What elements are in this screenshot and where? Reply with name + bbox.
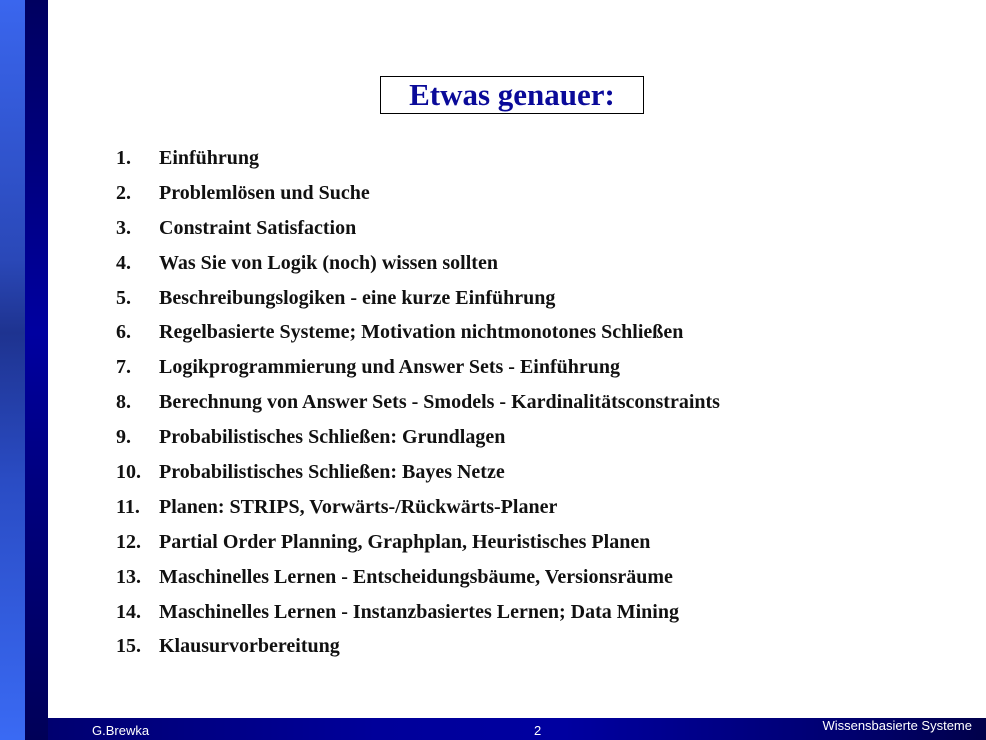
item-number: 14. [116, 600, 141, 623]
item-number: 6. [116, 321, 131, 344]
list-item: 3. Constraint Satisfaction [116, 213, 720, 248]
item-text: Klausurvorbereitung [159, 635, 340, 658]
item-text: Beschreibungslogiken - eine kurze Einfüh… [159, 286, 556, 309]
item-number: 5. [116, 286, 131, 309]
item-text: Was Sie von Logik (noch) wissen sollten [159, 251, 498, 274]
item-text: Einführung [159, 147, 260, 169]
item-number: 10. [116, 461, 141, 484]
list-item: 13. Maschinelles Lernen - Entscheidungsbä… [116, 562, 720, 597]
list-item: 1. Einführung [116, 143, 720, 178]
item-text: Problemlösen und Suche [159, 181, 370, 204]
footer-course-title: Wissensbasierte Systeme [822, 718, 972, 733]
item-number: 7. [116, 356, 131, 379]
item-text: Maschinelles Lernen - Instanzbasiertes L… [159, 600, 679, 623]
item-number: 13. [116, 565, 141, 588]
item-text: Partial Order Planning, Graphplan, Heuri… [159, 530, 651, 553]
item-text: Maschinelles Lernen - Entscheidungsbäume… [159, 565, 673, 588]
item-number: 2. [116, 181, 131, 204]
item-number: 3. [116, 216, 131, 239]
left-accent-bar-dark [25, 0, 48, 740]
list-item: 4. Was Sie von Logik (noch) wissen sollte… [116, 248, 720, 283]
topic-list: 1. Einführung 2. Problemlösen und Suche 3.… [116, 143, 720, 666]
list-item: 10. Probabilistisches Schließen: Bayes Ne… [116, 457, 720, 492]
list-item: 14. Maschinelles Lernen - Instanzbasierte… [116, 597, 720, 632]
list-item: 9. Probabilistisches Schließen: Grundlage… [116, 422, 720, 457]
item-number: 4. [116, 251, 131, 274]
item-text: Planen: STRIPS, Vorwärts-/Rückwärts-Plan… [159, 495, 558, 518]
item-text: Probabilistisches Schließen: Grundlagen [159, 426, 506, 449]
list-item: 6. Regelbasierte Systeme; Motivation nich… [116, 317, 720, 352]
item-number: 1. [116, 147, 131, 169]
item-number: 8. [116, 391, 131, 414]
list-item: 8. Berechnung von Answer Sets - Smodels -… [116, 387, 720, 422]
list-item: 15. Klausurvorbereitung [116, 631, 720, 666]
item-number: 11. [116, 495, 140, 518]
item-number: 12. [116, 530, 141, 553]
item-text: Constraint Satisfaction [159, 216, 357, 239]
list-item: 11. Planen: STRIPS, Vorwärts-/Rückwärts-P… [116, 492, 720, 527]
item-text: Logikprogrammierung und Answer Sets - Ei… [159, 356, 621, 379]
slide-title: Etwas genauer: [409, 77, 615, 112]
list-item: 2. Problemlösen und Suche [116, 178, 720, 213]
item-text: Regelbasierte Systeme; Motivation nichtm… [159, 321, 684, 344]
list-item: 12. Partial Order Planning, Graphplan, He… [116, 527, 720, 562]
title-box: Etwas genauer: [380, 76, 644, 114]
footer-bar: G.Brewka 2 Wissensbasierte Systeme [48, 718, 986, 740]
footer-author: G.Brewka [92, 723, 150, 738]
item-number: 9. [116, 426, 131, 449]
item-number: 15. [116, 635, 141, 658]
slide: Etwas genauer: 1. Einführung 2. Problemlös… [0, 0, 986, 740]
item-text: Probabilistisches Schließen: Bayes Netze [159, 461, 505, 484]
list-item: 5. Beschreibungslogiken - eine kurze Einf… [116, 283, 720, 318]
left-accent-bar-light [0, 0, 25, 740]
item-text: Berechnung von Answer Sets - Smodels - K… [159, 391, 720, 414]
list-item: 7. Logikprogrammierung und Answer Sets - … [116, 352, 720, 387]
page-number: 2 [534, 723, 542, 738]
